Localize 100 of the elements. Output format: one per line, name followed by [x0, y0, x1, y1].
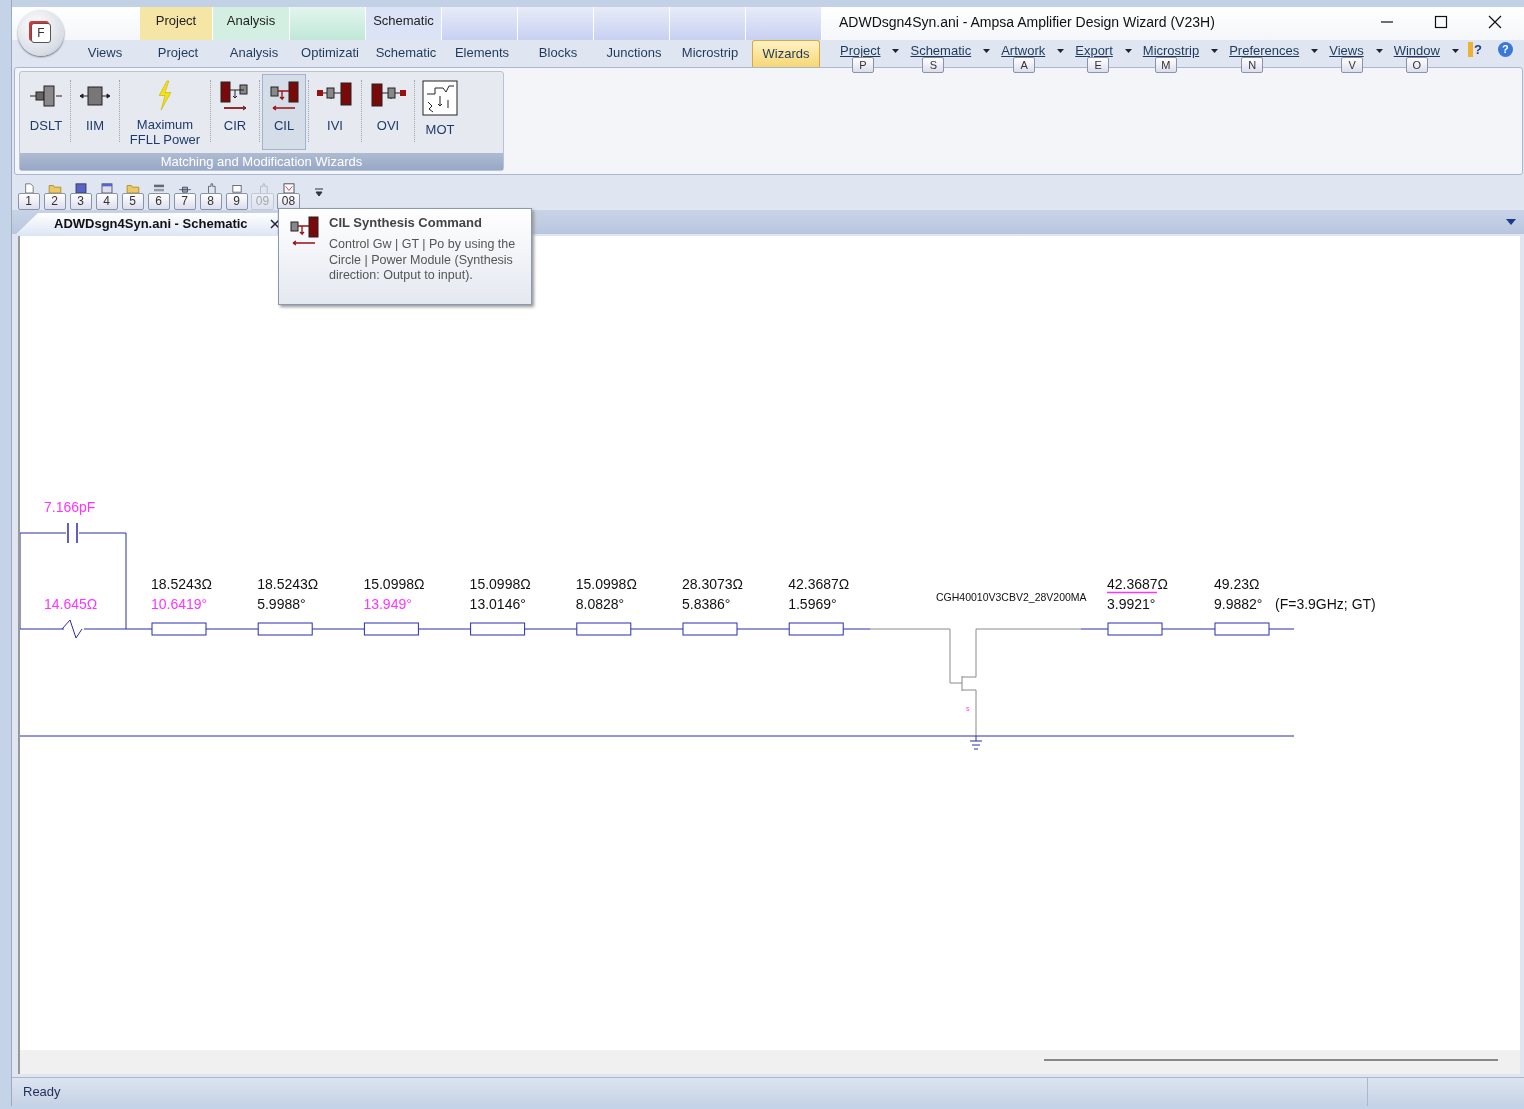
- wire: [311, 628, 365, 630]
- circuit-diagram-icon: [422, 79, 458, 116]
- menu-item[interactable]: Artwork: [1001, 43, 1046, 59]
- document-tab[interactable]: ADWDsgn4Syn.ani - Schematic: [16, 212, 278, 234]
- menu-item[interactable]: Views: [1329, 43, 1364, 59]
- ribbon-tab[interactable]: Project: [140, 39, 216, 67]
- keytip: 3: [69, 192, 92, 210]
- angle-label: 10.6419°: [151, 595, 208, 612]
- impedance-label: 49.23Ω: [1214, 575, 1260, 592]
- close-icon[interactable]: [270, 218, 280, 229]
- ribbon-button[interactable]: CIL: [262, 73, 306, 150]
- ribbon-tab[interactable]: Elements: [444, 39, 520, 67]
- keytip: 9: [225, 192, 248, 210]
- wire: [524, 628, 578, 630]
- wire: [1080, 628, 1109, 630]
- maximize-icon[interactable]: [1434, 15, 1448, 29]
- caret-icon[interactable]: [1211, 48, 1219, 53]
- ribbon-tab[interactable]: Blocks: [520, 39, 596, 67]
- angle-label: 13.0146°: [469, 595, 526, 612]
- customize-icon[interactable]: [315, 187, 323, 196]
- angle-label: 9.9882°: [1214, 595, 1263, 612]
- capacitor-symbol: [67, 522, 78, 544]
- dropdown-icon[interactable]: [1506, 218, 1516, 225]
- keytip: 09: [250, 192, 275, 210]
- menu-item[interactable]: Preferences: [1229, 43, 1300, 59]
- device-label: CGH40010V3CBV2_28V200MA: [936, 590, 1087, 603]
- frequency-note: (F=3.9GHz; GT): [1275, 595, 1376, 612]
- keytip: 6: [147, 192, 170, 210]
- ribbon-button[interactable]: IVI: [311, 73, 359, 150]
- ribbon-button[interactable]: CIR: [213, 73, 257, 150]
- capacitance-label: 7.166pF: [44, 498, 96, 515]
- angle-label: 13.949°: [363, 595, 412, 612]
- keytip: V: [1341, 56, 1364, 73]
- resistor-symbol: [61, 619, 83, 639]
- impedance-label: 18.5243Ω: [151, 575, 213, 592]
- wire: [842, 628, 871, 630]
- ribbon-tab[interactable]: Analysis: [216, 39, 292, 67]
- keytip: M: [1154, 56, 1177, 73]
- menu-item[interactable]: Microstrip: [1142, 43, 1200, 59]
- close-icon[interactable]: [1488, 15, 1502, 29]
- keytip: 1: [17, 192, 40, 210]
- menu-item[interactable]: Schematic: [910, 43, 972, 59]
- wire: [1268, 628, 1295, 630]
- group-label: Matching and Modification Wizards: [20, 152, 503, 170]
- ribbon-tab[interactable]: Microstrip: [672, 39, 748, 67]
- angle-label: 5.8386°: [682, 595, 731, 612]
- tooltip-title: CIL Synthesis Command: [329, 215, 483, 230]
- ribbon-button[interactable]: Maximum FFLL Power: [122, 73, 208, 150]
- ribbon-tab[interactable]: Junctions: [596, 39, 672, 67]
- horizontal-scrollbar[interactable]: [18, 1050, 1520, 1074]
- angle-label: 3.9921°: [1107, 595, 1156, 612]
- keytip: A: [1013, 56, 1036, 73]
- caret-icon[interactable]: [892, 48, 900, 53]
- menu-item[interactable]: Export: [1075, 43, 1113, 59]
- angle-label: 8.0828°: [575, 595, 625, 612]
- keytip: E: [1087, 56, 1110, 73]
- app-logo-icon: F: [31, 23, 51, 43]
- wire: [1161, 628, 1216, 630]
- caret-icon[interactable]: [1311, 48, 1319, 53]
- wire: [417, 628, 472, 630]
- keytip: 7: [173, 192, 196, 210]
- options-button[interactable]: ?: [1467, 41, 1482, 57]
- keytip: 5: [121, 192, 144, 210]
- angle-label: 1.5969°: [788, 595, 837, 612]
- menu-item[interactable]: Window: [1393, 43, 1440, 59]
- impedance-label: 18.5243Ω: [257, 575, 319, 592]
- context-tab-header: Project: [140, 7, 213, 40]
- impedance-label: 15.0998Ω: [469, 575, 531, 592]
- impedance-label: 15.0998Ω: [363, 575, 425, 592]
- help-button[interactable]: ?: [1497, 41, 1513, 57]
- keytip: S: [922, 56, 945, 73]
- impedance-label: 42.3687Ω: [788, 575, 850, 592]
- ribbon-tab[interactable]: Optimizati: [292, 39, 368, 67]
- ribbon-tab[interactable]: Wizards: [752, 39, 820, 67]
- scrollbar-thumb[interactable]: [1044, 1059, 1498, 1062]
- ribbon-tab[interactable]: Schematic: [368, 39, 444, 67]
- ribbon-button[interactable]: DSLT: [24, 73, 68, 150]
- component-icon: [267, 79, 301, 112]
- keytip: 4: [95, 192, 118, 210]
- ribbon-tab[interactable]: Views: [70, 39, 140, 67]
- ribbon-button[interactable]: MOT: [417, 73, 463, 150]
- status-text: Ready: [22, 1083, 62, 1101]
- menu-item[interactable]: Project: [840, 43, 881, 59]
- caret-icon[interactable]: [1375, 48, 1383, 53]
- resistance-label: 14.645Ω: [44, 595, 98, 612]
- ribbon-button[interactable]: IIM: [73, 73, 117, 150]
- caret-icon[interactable]: [983, 48, 991, 53]
- keytip: P: [852, 56, 874, 73]
- caret-icon[interactable]: [1124, 48, 1132, 53]
- impedance-label: 15.0998Ω: [575, 575, 637, 592]
- tooltip-text: Control Gw | GT | Po by using the Circle | Power Module (Synthesis direction: Output to input).: [329, 237, 517, 284]
- caret-icon[interactable]: [1451, 48, 1459, 53]
- window-title: ADWDsgn4Syn.ani - Ampsa Amplifier Design Wizard (V23H): [839, 13, 1216, 32]
- wire: [630, 628, 684, 630]
- context-tab-header: Analysis: [213, 7, 290, 40]
- component-icon: [287, 215, 321, 247]
- keytip: 2: [43, 192, 66, 210]
- ribbon-button[interactable]: OVI: [364, 73, 412, 150]
- context-tab-header: Schematic: [366, 7, 442, 40]
- caret-icon[interactable]: [1057, 48, 1065, 53]
